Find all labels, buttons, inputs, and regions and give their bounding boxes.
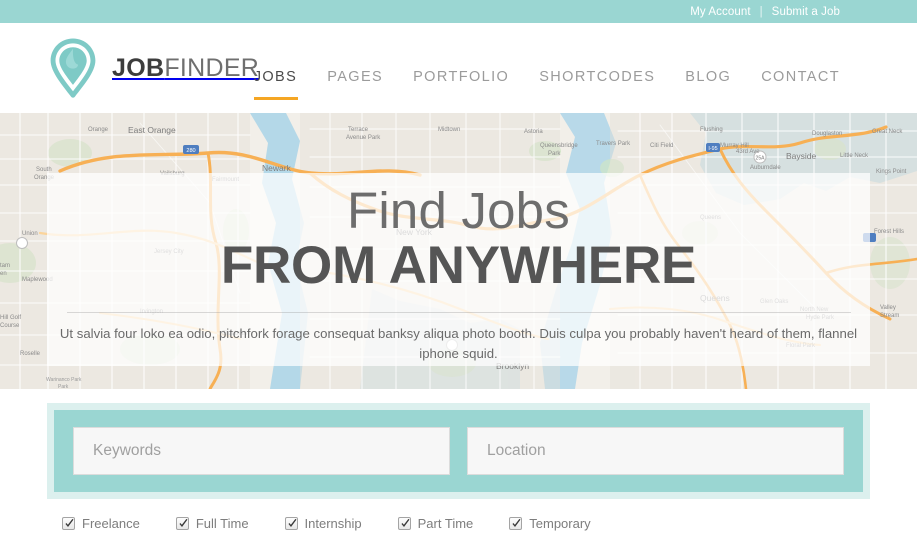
svg-text:Auburndale: Auburndale [750, 165, 781, 171]
top-utility-bar: My Account | Submit a Job [0, 0, 917, 23]
checkbox-checked-icon[interactable] [62, 517, 75, 530]
filter-label: Temporary [529, 516, 591, 531]
nav-item-contact[interactable]: CONTACT [761, 69, 840, 114]
my-account-link[interactable]: My Account [690, 6, 750, 18]
location-input[interactable] [485, 441, 826, 461]
checkbox-checked-icon[interactable] [509, 517, 523, 530]
filter-full-time[interactable]: Full Time [175, 516, 249, 531]
hero-divider [66, 311, 851, 313]
filter-freelance[interactable]: Freelance [62, 516, 140, 531]
svg-text:Terrace: Terrace [348, 127, 369, 133]
svg-text:Park: Park [548, 151, 561, 157]
svg-text:Midtown: Midtown [438, 127, 460, 133]
nav-item-portfolio[interactable]: PORTFOLIO [413, 69, 509, 114]
svg-text:Little Neck: Little Neck [840, 153, 869, 159]
svg-text:Newark: Newark [262, 163, 292, 173]
svg-text:Kings Point: Kings Point [876, 169, 907, 175]
svg-text:Avenue Park: Avenue Park [346, 135, 381, 141]
page-root: My Account | Submit a Job JOBFINDER JOBS… [0, 0, 917, 554]
svg-text:Flushing: Flushing [700, 127, 723, 133]
hero-paragraph: Ut salvia four loko ea odio, pitchfork f… [59, 325, 858, 361]
svg-text:Citi Field: Citi Field [650, 143, 673, 149]
svg-text:tam: tam [0, 263, 10, 269]
filter-label: Freelance [82, 516, 140, 531]
svg-text:280: 280 [186, 148, 195, 154]
hero-title-bold: FROM ANYWHERE [220, 236, 697, 296]
keywords-input[interactable] [91, 441, 432, 461]
nav-item-shortcodes[interactable]: SHORTCODES [539, 69, 655, 114]
svg-text:Queensbridge: Queensbridge [540, 143, 578, 149]
filter-label: Full Time [195, 516, 249, 531]
svg-text:Forest Hills: Forest Hills [874, 229, 904, 235]
job-type-filters: Freelance Full Time Internship Part Time… [62, 516, 917, 531]
svg-text:Great Neck: Great Neck [872, 129, 903, 135]
svg-text:Orange: Orange [88, 127, 109, 133]
svg-text:Hill Golf: Hill Golf [0, 315, 21, 321]
svg-text:Travers Park: Travers Park [596, 141, 631, 147]
svg-text:Douglaston: Douglaston [812, 131, 842, 137]
svg-text:Warinanco Park: Warinanco Park [46, 377, 82, 383]
nav-item-blog[interactable]: BLOG [685, 69, 731, 114]
site-header: JOBFINDER JOBS PAGES PORTFOLIO SHORTCODE… [0, 23, 917, 113]
filter-label: Part Time [417, 516, 474, 531]
job-search-fields [54, 410, 863, 492]
svg-text:25A: 25A [756, 156, 766, 162]
svg-text:East Orange: East Orange [128, 125, 176, 135]
hero-title-thin: Find Jobs [347, 182, 570, 239]
filter-part-time[interactable]: Part Time [397, 516, 474, 531]
svg-text:Park: Park [58, 384, 69, 389]
submit-a-job-link[interactable]: Submit a Job [772, 6, 840, 18]
filter-temporary[interactable]: Temporary [509, 516, 591, 531]
nav-item-jobs[interactable]: JOBS [253, 69, 299, 114]
topbar-separator: | [759, 5, 763, 18]
svg-text:Valley: Valley [880, 305, 896, 311]
svg-text:Roselle: Roselle [20, 351, 41, 357]
svg-text:I-95: I-95 [708, 146, 717, 152]
svg-text:Course: Course [0, 323, 20, 329]
svg-text:Union: Union [22, 231, 38, 237]
hero-overlay-panel: Find Jobs FROM ANYWHERE Ut salvia four l… [47, 173, 870, 366]
svg-text:Stream: Stream [880, 313, 899, 319]
keywords-field[interactable] [73, 427, 450, 475]
svg-text:Bayside: Bayside [786, 151, 817, 161]
filter-internship[interactable]: Internship [284, 516, 362, 531]
nav-item-pages[interactable]: PAGES [327, 69, 383, 114]
checkbox-checked-icon[interactable] [175, 517, 189, 530]
main-navigation: JOBS PAGES PORTFOLIO SHORTCODES BLOG CON… [0, 23, 917, 113]
location-field[interactable] [467, 427, 844, 475]
checkbox-checked-icon[interactable] [284, 517, 298, 530]
checkbox-checked-icon[interactable] [397, 517, 411, 530]
job-search-panel [47, 403, 870, 499]
svg-text:Astoria: Astoria [524, 129, 543, 135]
svg-text:en: en [0, 271, 7, 277]
hero-map-section: .rd { stroke:#ffffff; fill:none; stroke-… [0, 113, 917, 389]
svg-text:43rd Ave: 43rd Ave [736, 149, 760, 155]
filter-label: Internship [304, 516, 362, 531]
